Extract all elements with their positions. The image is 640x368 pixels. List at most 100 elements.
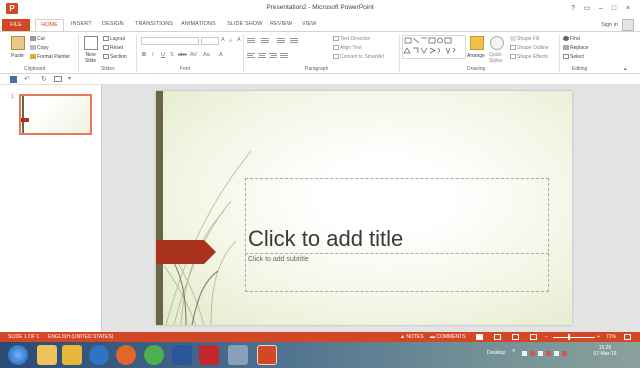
tab-animations[interactable]: ANIMATIONS	[181, 21, 216, 27]
convert-smartart-button[interactable]: Convert to SmartArt	[333, 54, 384, 61]
firefox-icon[interactable]	[116, 345, 136, 365]
media-player-icon[interactable]	[62, 345, 82, 365]
format-painter-button[interactable]: Format Painter	[30, 54, 70, 61]
normal-view-icon[interactable]	[476, 334, 483, 340]
zoom-out-button[interactable]: −	[545, 334, 548, 340]
pdf-reader-icon[interactable]	[199, 345, 219, 365]
file-explorer-icon[interactable]	[37, 345, 57, 365]
repeat-icon[interactable]: ↻	[41, 75, 47, 83]
select-button[interactable]: Select	[563, 54, 584, 61]
zoom-slider[interactable]	[553, 337, 595, 338]
system-tray-icons[interactable]	[522, 350, 572, 357]
strikethrough-button[interactable]: abc	[178, 52, 187, 58]
help-button[interactable]: ?	[567, 3, 579, 14]
tab-view[interactable]: VIEW	[302, 21, 316, 27]
align-text-button[interactable]: Align Text	[333, 45, 362, 52]
tab-review[interactable]: REVIEW	[270, 21, 292, 27]
shape-effects-button[interactable]: Shape Effects	[510, 54, 548, 61]
slide-thumbnail[interactable]	[19, 94, 92, 135]
arrange-icon[interactable]	[470, 36, 484, 50]
user-avatar-icon[interactable]	[622, 19, 634, 31]
powerpoint-taskbar-icon[interactable]	[257, 345, 277, 365]
quick-styles-icon[interactable]	[490, 36, 504, 50]
smartart-icon	[333, 54, 339, 60]
alignment-buttons[interactable]	[247, 52, 327, 59]
subtitle-placeholder[interactable]: Click to add subtitle	[248, 256, 309, 263]
slide-canvas[interactable]: Click to add title Click to add subtitle	[156, 91, 572, 325]
change-case-button[interactable]: Aa	[203, 52, 210, 58]
cursor-icon	[563, 54, 569, 60]
italic-button[interactable]: I	[152, 52, 154, 58]
find-button[interactable]: Find	[563, 36, 580, 43]
title-placeholder[interactable]: Click to add title	[248, 226, 403, 252]
font-name-dropdown[interactable]	[141, 37, 199, 45]
clock[interactable]: 15:26 07-Mar-16	[591, 345, 619, 357]
slide-number: 1	[11, 94, 14, 100]
reading-view-icon[interactable]	[512, 334, 519, 340]
section-button[interactable]: Section	[103, 54, 127, 61]
maximize-button[interactable]: □	[608, 3, 620, 14]
zoom-in-button[interactable]: +	[597, 334, 600, 340]
tray-overflow-icon[interactable]: »	[512, 348, 515, 354]
shape-outline-button[interactable]: Shape Outline	[510, 45, 549, 52]
reset-button[interactable]: Reset	[103, 45, 123, 52]
bold-button[interactable]: B	[142, 52, 146, 58]
new-slide-button[interactable]: New Slide	[85, 52, 96, 64]
tab-transitions[interactable]: TRANSITIONS	[135, 21, 173, 27]
shadow-button[interactable]: S	[170, 52, 174, 58]
zoom-level[interactable]: 71%	[606, 334, 616, 340]
save-icon[interactable]	[10, 76, 17, 83]
desktop-toolbar-label[interactable]: Desktop	[487, 350, 505, 356]
thumbnail-accent-arrow	[21, 118, 29, 122]
tab-design[interactable]: DESIGN	[102, 21, 124, 27]
section-icon	[103, 54, 109, 60]
tab-file[interactable]: FILE	[2, 19, 30, 31]
text-direction-button[interactable]: Text Direction	[333, 36, 370, 43]
tab-slide-show[interactable]: SLIDE SHOW	[227, 21, 263, 27]
slide-count-status[interactable]: SLIDE 1 OF 1	[8, 334, 39, 340]
chrome-icon[interactable]	[144, 345, 164, 365]
minimize-button[interactable]: –	[595, 3, 607, 14]
slideshow-view-icon[interactable]	[530, 334, 537, 340]
font-size-dropdown[interactable]	[201, 37, 219, 45]
layout-button[interactable]: Layout	[103, 36, 125, 43]
language-status[interactable]: ENGLISH (UNITED STATES)	[48, 334, 113, 340]
new-slide-icon[interactable]	[84, 36, 98, 50]
character-spacing-button[interactable]: AV	[190, 52, 197, 58]
tab-insert[interactable]: INSERT	[71, 21, 92, 27]
slide-sorter-icon[interactable]	[494, 334, 501, 340]
shrink-font-button[interactable]: A	[229, 38, 232, 43]
copy-icon	[30, 45, 36, 51]
start-slideshow-icon[interactable]	[54, 76, 62, 82]
shapes-gallery[interactable]	[402, 35, 466, 59]
quick-styles-button[interactable]: Quick Styles	[489, 52, 503, 64]
paste-button[interactable]: Paste	[11, 53, 24, 60]
ribbon-display-options-button[interactable]: ▭	[581, 3, 593, 14]
clear-formatting-button[interactable]: A	[237, 37, 241, 43]
collapse-ribbon-icon[interactable]: ▴	[624, 66, 627, 72]
copy-button[interactable]: Copy	[30, 45, 49, 52]
word-icon[interactable]	[172, 345, 192, 365]
cut-button[interactable]: Cut	[30, 36, 45, 43]
internet-explorer-icon[interactable]	[89, 345, 109, 365]
replace-icon	[563, 45, 569, 51]
sign-in-link[interactable]: Sign in	[601, 22, 618, 28]
notes-button[interactable]: ▲ NOTES	[400, 334, 424, 340]
zoom-slider-thumb[interactable]	[568, 334, 570, 340]
list-buttons[interactable]	[247, 37, 327, 44]
undo-icon[interactable]: ↶	[24, 75, 30, 83]
comments-button[interactable]: ▬ COMMENTS	[430, 334, 466, 340]
arrange-button[interactable]: Arrange	[467, 53, 485, 60]
font-color-button[interactable]: A	[219, 52, 223, 58]
shape-fill-button[interactable]: Shape Fill	[510, 36, 539, 43]
fit-slide-icon[interactable]	[624, 334, 631, 340]
start-button-icon[interactable]	[8, 345, 28, 365]
customize-qat-icon[interactable]: ▾	[68, 75, 71, 82]
grow-font-button[interactable]: A	[221, 37, 225, 43]
paste-icon[interactable]	[11, 36, 25, 50]
replace-button[interactable]: Replace	[563, 45, 588, 52]
close-button[interactable]: ×	[622, 3, 634, 14]
underline-button[interactable]: U	[161, 52, 165, 58]
tools-icon[interactable]	[228, 345, 248, 365]
reset-icon	[103, 45, 109, 51]
